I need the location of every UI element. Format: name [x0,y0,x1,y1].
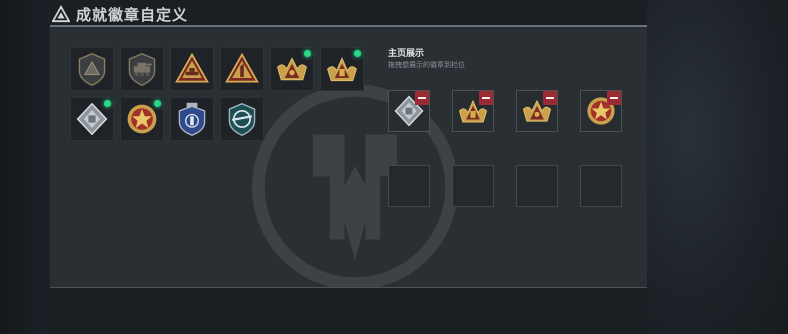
display-section-title: 主页展示 [388,48,425,58]
remove-badge-button[interactable] [543,91,557,105]
minus-icon [482,97,490,99]
background-right [647,0,788,334]
new-badge-indicator [154,100,161,107]
new-badge-indicator [304,50,311,57]
display-slot-empty[interactable] [388,165,430,207]
badge-tile[interactable] [220,47,264,91]
badge-tile[interactable] [270,47,314,91]
display-slot-empty[interactable] [580,165,622,207]
badge-tile[interactable] [120,97,164,141]
remove-badge-button[interactable] [415,91,429,105]
display-slot-empty[interactable] [516,165,558,207]
background-left [0,0,50,334]
badge-tile[interactable] [120,47,164,91]
warning-triangle-icon [52,5,70,23]
badge-tile[interactable] [220,97,264,141]
display-section-hint: 拖拽想展示的徽章到栏位 [388,62,465,69]
badge-tile[interactable] [320,47,364,91]
display-slot[interactable] [516,90,558,132]
gold-triangle-vehicle-badge-icon [175,52,209,83]
badge-tile[interactable] [70,47,114,91]
page-header: 成就徽章自定义 [52,3,188,25]
minus-icon [546,97,554,99]
minus-icon [418,97,426,99]
gold-triangle-number-one-badge-icon [225,52,259,83]
minus-icon [610,97,618,99]
blue-shield-emblem-badge-icon [178,102,206,136]
display-slot-empty[interactable] [452,165,494,207]
remove-badge-button[interactable] [607,91,621,105]
display-slot[interactable] [452,90,494,132]
teal-shield-wings-badge-icon [228,102,256,136]
gray-shield-tank-badge-icon [128,52,156,86]
badge-tile[interactable] [170,47,214,91]
new-badge-indicator [354,50,361,57]
page-title: 成就徽章自定义 [76,6,189,24]
new-badge-indicator [104,100,111,107]
display-slot[interactable] [388,90,430,132]
badge-customization-panel: 主页展示 拖拽想展示的徽章到栏位 [50,25,647,288]
remove-badge-button[interactable] [479,91,493,105]
gray-shield-triangle-badge-icon [78,52,106,86]
display-slot[interactable] [580,90,622,132]
badge-tile[interactable] [170,97,214,141]
badge-tile[interactable] [70,97,114,141]
